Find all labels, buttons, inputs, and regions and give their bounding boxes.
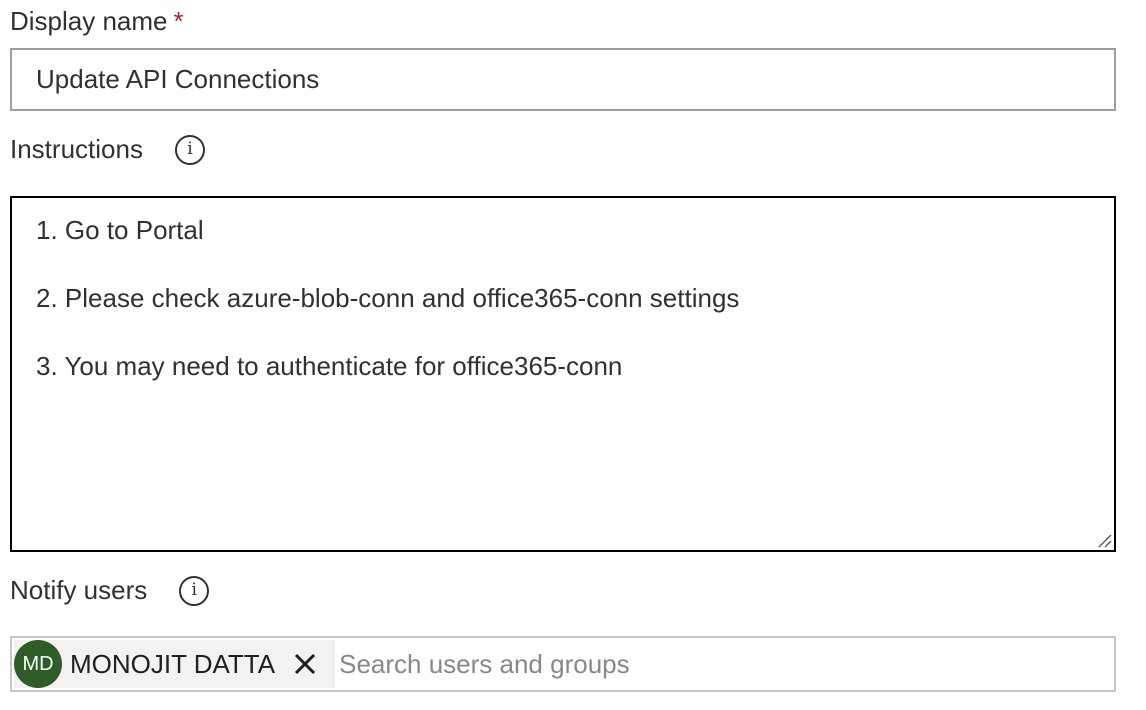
instructions-line: 2. Please check azure-blob-conn and offi…: [36, 283, 740, 313]
info-icon[interactable]: i: [174, 134, 205, 165]
display-name-input[interactable]: Update API Connections: [10, 48, 1116, 111]
search-users-input[interactable]: [335, 640, 1114, 688]
remove-user-button[interactable]: [285, 644, 325, 684]
notify-users-label-row: Notify users i: [10, 575, 210, 606]
close-icon: [295, 653, 316, 675]
form: Display name * Update API Connections In…: [0, 0, 1146, 710]
notify-users-label: Notify users: [10, 575, 148, 605]
display-name-label-row: Display name *: [10, 6, 184, 37]
display-name-value: Update API Connections: [36, 64, 320, 94]
selected-user-name: MONOJIT DATTA: [70, 648, 276, 679]
avatar: MD: [14, 640, 62, 688]
instructions-line: 1. Go to Portal: [36, 215, 204, 245]
selected-user-chip[interactable]: MD MONOJIT DATTA: [14, 640, 336, 688]
instructions-textarea[interactable]: 1. Go to Portal 2. Please check azure-bl…: [10, 196, 1116, 552]
instructions-label-row: Instructions i: [10, 134, 205, 165]
instructions-label: Instructions: [10, 134, 143, 164]
display-name-label: Display name: [10, 6, 168, 36]
required-marker: *: [173, 6, 184, 36]
people-picker: MD MONOJIT DATTA: [10, 636, 1116, 692]
instructions-line: 3. You may need to authenticate for offi…: [36, 351, 623, 381]
resize-grip-icon[interactable]: [1096, 532, 1112, 548]
info-icon[interactable]: i: [179, 575, 210, 606]
